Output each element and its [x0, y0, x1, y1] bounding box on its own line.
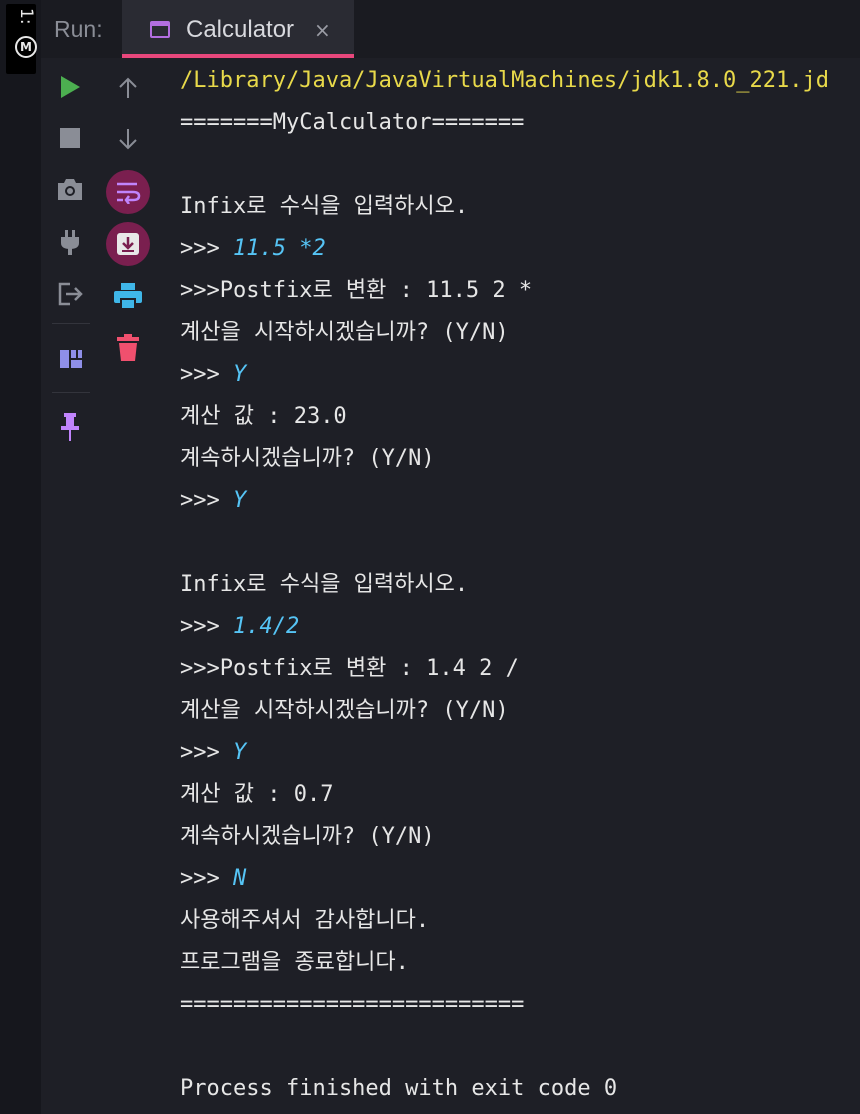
console-user-input: 11.5 *2	[232, 236, 326, 261]
trash-icon[interactable]	[117, 334, 139, 362]
console-output-line: >>>Postfix로 변환 : 11.5 2 *	[180, 278, 533, 303]
console-input-line: >>> N	[180, 858, 860, 900]
console-input-line: >>> 11.5 *2	[180, 228, 860, 270]
console-output-line: =======MyCalculator=======	[180, 110, 525, 135]
tab-close-icon[interactable]: ×	[314, 18, 331, 42]
console-user-input: Y	[232, 740, 247, 765]
console-output-line: 프로그램을 종료합니다.	[180, 950, 409, 975]
console-prompt: >>>	[180, 488, 233, 513]
plug-icon[interactable]	[58, 228, 82, 256]
console-output-line: Infix로 수식을 입력하시오.	[180, 194, 469, 219]
run-icon[interactable]	[58, 74, 82, 100]
soft-wrap-button[interactable]	[106, 170, 150, 214]
print-icon[interactable]	[113, 282, 143, 310]
exit-icon[interactable]	[56, 280, 84, 308]
toolbar-separator	[52, 323, 90, 324]
console-output-line: 사용해주셔서 감사합니다.	[180, 908, 430, 933]
console-user-input: Y	[232, 488, 247, 513]
console-user-input: 1.4/2	[232, 614, 300, 639]
tab-title: Calculator	[186, 16, 295, 43]
console-input-line: >>> Y	[180, 480, 860, 522]
scroll-to-end-button[interactable]	[106, 222, 150, 266]
console-user-input: Y	[232, 362, 247, 387]
console-output-line: Infix로 수식을 입력하시오.	[180, 572, 469, 597]
scroll-to-end-icon	[117, 233, 139, 255]
run-label: Run:	[54, 16, 103, 42]
console-output-line: Process finished with exit code 0	[180, 1076, 618, 1101]
console-prompt: >>>	[180, 236, 233, 261]
down-arrow-icon[interactable]	[116, 127, 140, 151]
console-output-line: ==========================	[180, 992, 525, 1017]
application-window-icon	[150, 21, 170, 38]
console-user-input: N	[232, 866, 247, 891]
console-input-line: >>> 1.4/2	[180, 606, 860, 648]
layout-icon[interactable]	[59, 348, 83, 370]
tab-calculator[interactable]: Calculator ×	[122, 0, 354, 58]
pin-icon[interactable]	[60, 412, 80, 442]
console-output-line: 계산을 시작하시겠습니까? (Y/N)	[180, 698, 509, 723]
console-output-line: >>>Postfix로 변환 : 1.4 2 /	[180, 656, 519, 681]
console-output-line: 계속하시겠습니까? (Y/N)	[180, 824, 435, 849]
maven-icon: M	[15, 36, 37, 58]
up-arrow-icon[interactable]	[116, 76, 140, 100]
camera-icon[interactable]	[56, 176, 84, 202]
console-output-line: 계산을 시작하시겠습니까? (Y/N)	[180, 320, 509, 345]
console-prompt: >>>	[180, 866, 233, 891]
console-prompt: >>>	[180, 614, 233, 639]
active-tab-indicator	[122, 54, 354, 58]
console-output-line: 계산 값 : 0.7	[180, 782, 334, 807]
tool-window-strip: 1: M	[0, 0, 41, 1114]
stop-icon[interactable]	[59, 127, 81, 149]
console-input-line: >>> Y	[180, 732, 860, 774]
toolbar-separator	[52, 392, 90, 393]
run-header: Run: Calculator ×	[41, 0, 860, 58]
console-output-line: 계속하시겠습니까? (Y/N)	[180, 446, 435, 471]
console-output-line: 계산 값 : 23.0	[180, 404, 347, 429]
console-output[interactable]: /Library/Java/JavaVirtualMachines/jdk1.8…	[180, 60, 860, 1110]
console-command-line: /Library/Java/JavaVirtualMachines/jdk1.8…	[180, 68, 830, 93]
soft-wrap-icon	[117, 182, 141, 204]
run-tool-window-tag[interactable]: 1: M	[6, 4, 37, 74]
console-prompt: >>>	[180, 362, 233, 387]
tool-window-number: 1:	[16, 8, 36, 25]
console-input-line: >>> Y	[180, 354, 860, 396]
console-prompt: >>>	[180, 740, 233, 765]
